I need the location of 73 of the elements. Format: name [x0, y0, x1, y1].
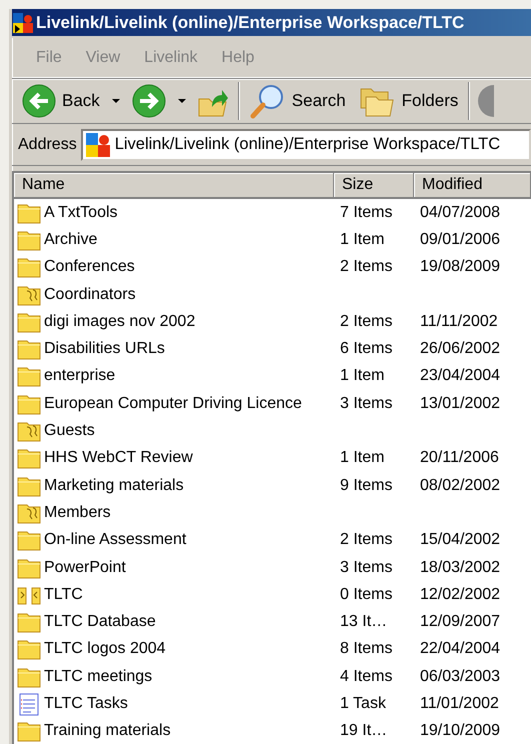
item-size: 0 Items [339, 584, 394, 605]
item-size: 8 Items [339, 639, 394, 660]
item-date: 19/10/2009 [419, 721, 502, 742]
item-size: 1 Item [339, 230, 386, 250]
search-button[interactable]: Search [246, 83, 350, 119]
item-size: 13 It… [339, 612, 388, 632]
item-date: 06/03/2003 [419, 666, 502, 687]
search-icon [250, 83, 286, 119]
item-size: 2 Items [339, 530, 394, 550]
item-name[interactable]: TLTC meetings [44, 664, 152, 689]
item-name[interactable]: Guests [44, 419, 95, 444]
item-size: 7 Items [339, 202, 394, 223]
item-name[interactable]: European Computer Driving Licence [44, 392, 302, 416]
item-date: 12/02/2002 [419, 584, 502, 605]
item-size: 6 Items [339, 339, 394, 360]
item-size: 4 Items [339, 666, 394, 687]
item-name[interactable]: PowerPoint [44, 556, 126, 580]
item-date: 12/09/2007 [419, 612, 502, 632]
address-text: Livelink/Livelink (online)/Enterprise Workspace/TLTC [114, 134, 500, 156]
item-size: 2 Items [339, 312, 394, 332]
item-date: 13/01/2002 [419, 394, 502, 414]
item-date: 11/11/2002 [419, 312, 499, 332]
item-date: 11/01/2002 [419, 694, 500, 714]
item-name[interactable]: TLTC Database [44, 610, 156, 634]
item-size: 1 Item [339, 448, 386, 468]
item-name[interactable]: TLTC Tasks [44, 692, 128, 716]
item-name[interactable]: Disabilities URLs [44, 337, 165, 362]
item-date: 22/04/2004 [419, 639, 502, 660]
item-date: 09/01/2006 [419, 230, 502, 250]
item-date: 04/07/2008 [419, 202, 502, 223]
app-icon [13, 12, 33, 32]
folders-button[interactable]: Folders [356, 85, 462, 117]
item-size: 19 It… [339, 721, 388, 742]
item-name[interactable]: Archive [44, 228, 98, 252]
column-header[interactable]: Size [334, 173, 414, 199]
item-date: 08/02/2002 [419, 476, 502, 496]
item-size: 1 Task [339, 694, 387, 714]
round-icon [476, 83, 494, 119]
item-name[interactable]: HHS WebCT Review [44, 446, 193, 470]
item-name[interactable]: digi images nov 2002 [44, 310, 196, 334]
dropdown-button[interactable] [176, 99, 188, 103]
dropdown-button[interactable] [110, 99, 122, 103]
item-date: 20/11/2006 [419, 448, 500, 468]
item-name[interactable]: Marketing materials [44, 474, 184, 498]
item-size: 3 Items [339, 558, 394, 578]
item-date: 18/03/2002 [419, 558, 502, 578]
item-date: 26/06/2002 [419, 339, 502, 360]
column-header[interactable]: Name [14, 173, 334, 199]
column-header[interactable]: Modified [414, 173, 531, 199]
task-list-icon [17, 692, 41, 716]
item-date: 19/08/2009 [419, 257, 502, 278]
item-name[interactable]: TLTC logos 2004 [44, 637, 166, 662]
app-icon [84, 132, 111, 158]
item-name[interactable]: On-line Assessment [44, 528, 186, 552]
item-size: 9 Items [339, 476, 394, 496]
item-name[interactable]: Conferences [44, 255, 135, 280]
item-size: 2 Items [339, 257, 394, 278]
item-size: 1 Item [339, 366, 386, 386]
item-name[interactable]: TLTC [44, 582, 83, 607]
item-name[interactable]: Training materials [44, 719, 171, 744]
item-date: 23/04/2004 [419, 366, 502, 386]
item-name[interactable]: enterprise [44, 364, 116, 388]
back-button[interactable]: Back [18, 84, 104, 118]
item-name[interactable]: Members [44, 500, 111, 525]
item-date: 15/04/2002 [419, 530, 502, 550]
address-label: Address [18, 134, 77, 154]
caret-icon [178, 99, 186, 103]
item-size: 3 Items [339, 394, 394, 414]
window-title: Livelink/Livelink (online)/Enterprise Workspace/TLTC [36, 12, 464, 34]
item-name[interactable]: Coordinators [44, 282, 136, 307]
address-field[interactable]: Livelink/Livelink (online)/Enterprise Workspace/TLTC [80, 128, 531, 160]
caret-icon [112, 99, 120, 103]
item-name[interactable]: A TxtTools [44, 200, 118, 225]
